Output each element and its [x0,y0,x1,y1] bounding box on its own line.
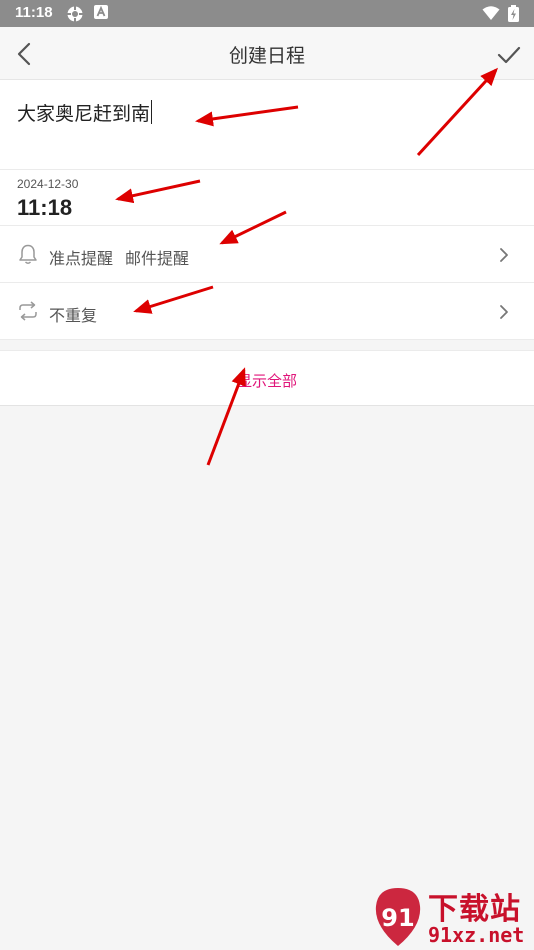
reminder-label-ontime: 准点提醒 [49,249,114,268]
event-date: 2024-12-30 [17,177,79,191]
show-all-section: 显示全部 [0,350,534,406]
title-bar: 创建日程 [0,27,534,80]
reminder-label-email: 邮件提醒 [125,249,190,268]
datetime-picker-row[interactable]: 2024-12-30 11:18 [0,170,534,226]
repeat-label: 不重复 [49,306,98,325]
event-title-input[interactable] [17,98,517,126]
event-time: 11:18 [17,195,73,220]
wifi-icon [482,6,500,20]
status-time: 11:18 [15,4,53,21]
watermark-logo-icon: 91 [375,888,421,946]
battery-charging-icon [508,5,519,22]
event-title-section [0,80,534,170]
chevron-right-icon [500,248,508,262]
status-bar: 11:18 [0,0,534,27]
checkmark-icon[interactable] [494,39,522,69]
show-all-button[interactable]: 显示全部 [0,370,534,391]
reminder-labels: 准点提醒 邮件提醒 [49,245,189,269]
chevron-right-icon [500,305,508,319]
text-a-icon [94,5,108,19]
text-caret [151,100,152,124]
reminder-row[interactable]: 准点提醒 邮件提醒 [0,226,534,283]
watermark-logo-text: 91 [381,904,414,932]
watermark: 91 下载站 91xz.net [368,884,534,950]
watermark-en: 91xz.net [428,923,525,947]
repeat-icon [19,301,37,321]
page-title: 创建日程 [228,45,305,67]
bell-icon [19,244,37,264]
watermark-cn: 下载站 [428,892,521,927]
repeat-row[interactable]: 不重复 [0,283,534,340]
settings-cog-icon [67,6,83,22]
